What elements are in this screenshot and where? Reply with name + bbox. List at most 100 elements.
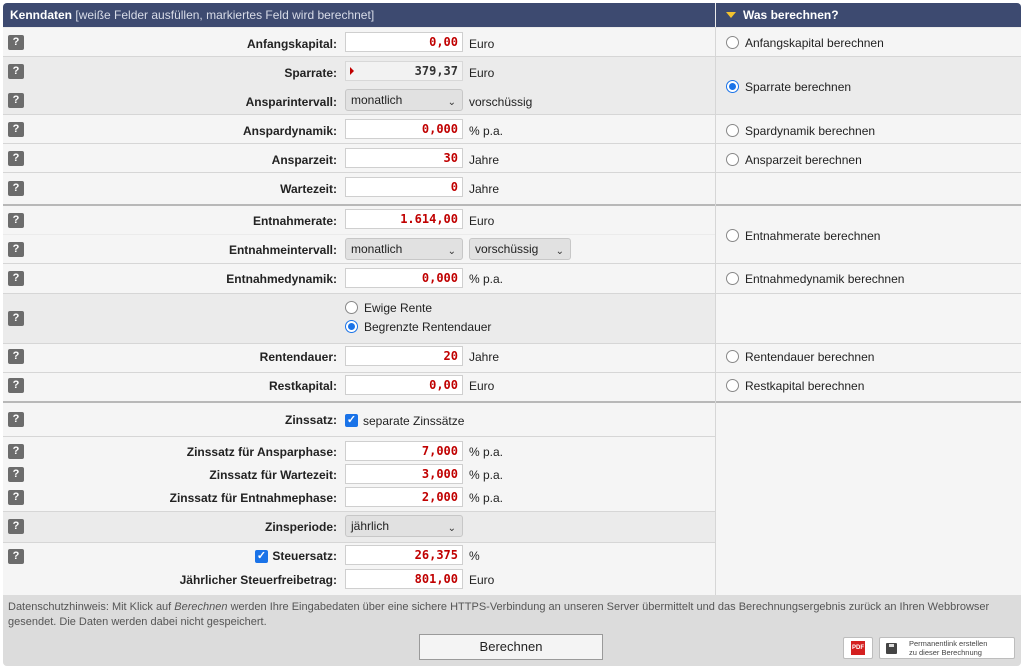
- help-button[interactable]: ?: [8, 519, 24, 534]
- calc-rentendauer-radio[interactable]: [726, 350, 739, 363]
- steuersatz-input[interactable]: 26,375: [345, 545, 463, 565]
- help-button[interactable]: ?: [8, 242, 24, 257]
- row-divider: [3, 114, 1021, 115]
- ansparintervall-select[interactable]: monatlich ⌄: [345, 89, 463, 111]
- privacy-emphasis: Berechnen: [174, 601, 228, 613]
- entnahmedynamik-unit: % p.a.: [469, 272, 504, 286]
- help-button[interactable]: ?: [8, 490, 24, 505]
- row-divider: [3, 372, 1021, 373]
- zins-entnahme-label: Zinssatz für Entnahmephase:: [169, 491, 337, 505]
- chevron-down-icon: ⌄: [447, 97, 456, 108]
- chevron-down-icon: ⌄: [447, 523, 456, 534]
- entnahmerate-unit: Euro: [469, 214, 495, 228]
- rentendauer-input[interactable]: 20: [345, 346, 463, 366]
- row-bg: [3, 294, 715, 343]
- help-button[interactable]: ?: [8, 311, 24, 326]
- calc-entnahmerate-radio[interactable]: [726, 229, 739, 242]
- permalink-button[interactable]: Permanentlink erstellen zu dieser Berechn…: [879, 637, 1015, 659]
- ewige-rente-radio[interactable]: [345, 301, 358, 314]
- chevron-down-icon: ⌄: [447, 246, 456, 257]
- row-divider: [3, 343, 1021, 344]
- column-divider: [715, 27, 716, 595]
- separate-zinssaetze-checkbox[interactable]: ✓: [345, 414, 358, 427]
- help-button[interactable]: ?: [8, 349, 24, 364]
- pdf-icon: PDF: [851, 641, 865, 655]
- anfangskapital-input[interactable]: 0,00: [345, 32, 463, 52]
- help-button[interactable]: ?: [8, 35, 24, 50]
- entnahmeintervall-select[interactable]: monatlich ⌄: [345, 238, 463, 260]
- row-divider: [3, 511, 715, 512]
- computed-marker-icon: [350, 67, 354, 75]
- restkapital-input[interactable]: 0,00: [345, 375, 463, 395]
- entnahmerate-label: Entnahmerate:: [252, 214, 337, 228]
- zins-warte-unit: % p.a.: [469, 468, 504, 482]
- help-button[interactable]: ?: [8, 181, 24, 196]
- zins-entnahme-input[interactable]: 2,000: [345, 487, 463, 507]
- help-button[interactable]: ?: [8, 122, 24, 137]
- row-divider: [3, 542, 715, 543]
- freibetrag-unit: Euro: [469, 573, 495, 587]
- kenndaten-header: Kenndaten [weiße Felder ausfüllen, marki…: [3, 3, 715, 27]
- sparrate-value: 379,37: [414, 64, 458, 78]
- entnahmedynamik-input[interactable]: 0,000: [345, 268, 463, 288]
- zins-anspar-label: Zinssatz für Ansparphase:: [186, 445, 337, 459]
- entnahmerate-input[interactable]: 1.614,00: [345, 209, 463, 229]
- help-button[interactable]: ?: [8, 151, 24, 166]
- steuersatz-label: Steuersatz:: [272, 549, 337, 563]
- pdf-button[interactable]: PDF: [843, 637, 873, 659]
- calc-entnahmedynamik-radio[interactable]: [726, 272, 739, 285]
- ansparintervall-label: Ansparintervall:: [245, 95, 337, 109]
- zins-warte-input[interactable]: 3,000: [345, 464, 463, 484]
- privacy-prefix: Datenschutzhinweis: Mit Klick auf: [8, 601, 175, 613]
- section-separator: [3, 401, 1021, 403]
- help-button[interactable]: ?: [8, 271, 24, 286]
- help-button[interactable]: ?: [8, 378, 24, 393]
- wartezeit-unit: Jahre: [469, 182, 500, 196]
- zinsperiode-select[interactable]: jährlich ⌄: [345, 515, 463, 537]
- entnahme-timing-value: vorschüssig: [475, 242, 539, 256]
- freibetrag-input[interactable]: 801,00: [345, 569, 463, 589]
- rentendauer-label: Rentendauer:: [259, 350, 337, 364]
- help-button[interactable]: ?: [8, 64, 24, 79]
- calc-spardynamik-label: Spardynamik berechnen: [745, 124, 876, 138]
- ansparzeit-input[interactable]: 30: [345, 148, 463, 168]
- ewige-rente-label: Ewige Rente: [364, 301, 433, 315]
- floppy-disk-icon: [886, 643, 897, 654]
- help-button[interactable]: ?: [8, 93, 24, 108]
- row-bg: [716, 294, 1021, 343]
- entnahmeintervall-value: monatlich: [351, 242, 403, 256]
- zins-anspar-input[interactable]: 7,000: [345, 441, 463, 461]
- help-button[interactable]: ?: [8, 412, 24, 427]
- zins-warte-label: Zinssatz für Wartezeit:: [209, 468, 337, 482]
- rentendauer-unit: Jahre: [469, 350, 500, 364]
- ansparzeit-unit: Jahre: [469, 153, 500, 167]
- row-bg: [3, 403, 715, 436]
- separate-zinssaetze-label: separate Zinssätze: [363, 414, 465, 428]
- entnahme-timing-select[interactable]: vorschüssig ⌄: [469, 238, 571, 260]
- steuersatz-unit: %: [469, 549, 480, 563]
- calc-anfangskapital-radio[interactable]: [726, 36, 739, 49]
- calc-spardynamik-radio[interactable]: [726, 124, 739, 137]
- calc-header-title: Was berechnen?: [743, 8, 839, 22]
- help-button[interactable]: ?: [8, 444, 24, 459]
- calc-ansparzeit-radio[interactable]: [726, 153, 739, 166]
- calc-ansparzeit-label: Ansparzeit berechnen: [745, 153, 862, 167]
- calculator-panel: Kenndaten [weiße Felder ausfüllen, marki…: [3, 3, 1021, 666]
- calc-header: Was berechnen?: [716, 3, 1021, 27]
- calc-sparrate-radio[interactable]: [726, 80, 739, 93]
- wartezeit-input[interactable]: 0: [345, 177, 463, 197]
- steuersatz-checkbox[interactable]: ✓: [255, 550, 268, 563]
- anspardynamik-input[interactable]: 0,000: [345, 119, 463, 139]
- calc-restkapital-radio[interactable]: [726, 379, 739, 392]
- entnahmedynamik-label: Entnahmedynamik:: [226, 272, 337, 286]
- zins-anspar-unit: % p.a.: [469, 445, 504, 459]
- help-button[interactable]: ?: [8, 213, 24, 228]
- calc-entnahmerate-label: Entnahmerate berechnen: [745, 229, 881, 243]
- permalink-text: Permanentlink erstellen zu dieser Berechn…: [909, 639, 987, 657]
- begrenzte-rentendauer-radio[interactable]: [345, 320, 358, 333]
- help-button[interactable]: ?: [8, 549, 24, 564]
- berechnen-button[interactable]: Berechnen: [419, 634, 603, 660]
- sparrate-label: Sparrate:: [284, 66, 337, 80]
- help-button[interactable]: ?: [8, 467, 24, 482]
- row-divider: [3, 56, 1021, 57]
